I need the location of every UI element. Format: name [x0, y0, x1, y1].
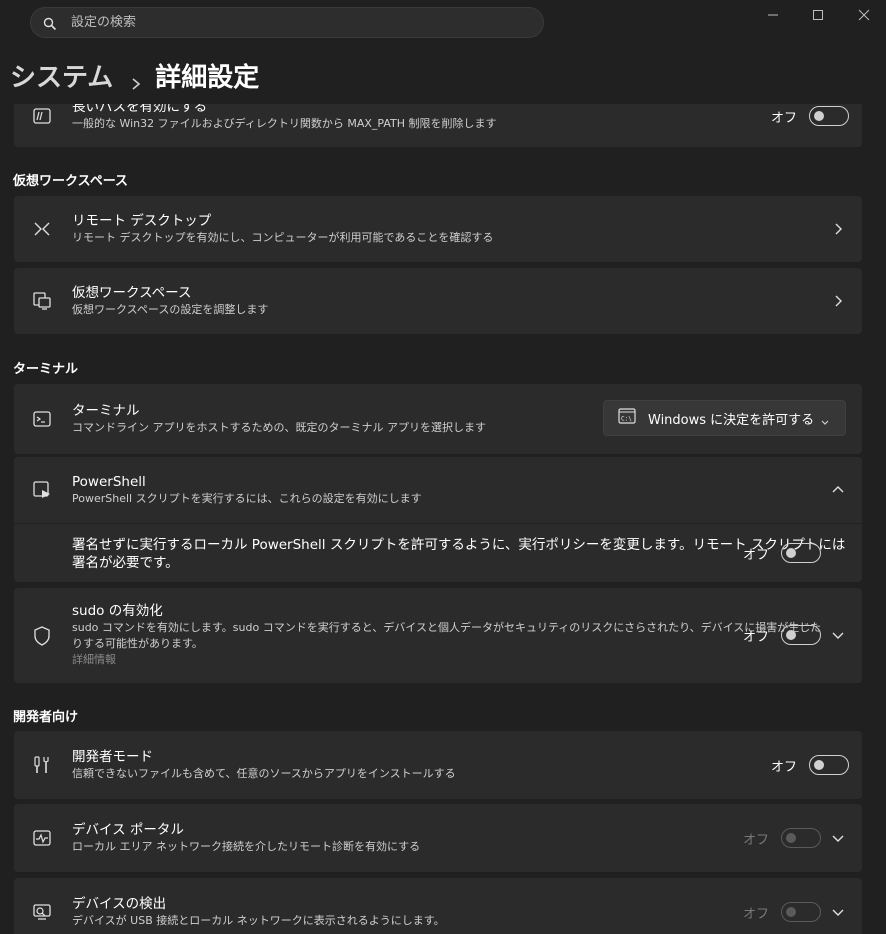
device-portal-toggle-label: オフ — [743, 832, 770, 848]
device-discovery-toggle-label: オフ — [743, 906, 770, 922]
virtual-workspace-description: 仮想ワークスペースの設定を調整します — [72, 303, 269, 316]
powershell-policy-toggle-label: オフ — [743, 547, 770, 563]
powershell-icon — [32, 480, 52, 500]
powershell-policy-line1: 署名せずに実行するローカル PowerShell スクリプトを許可するように、実… — [72, 537, 846, 553]
minimize-button[interactable] — [758, 4, 788, 26]
console-icon: C:\ — [618, 408, 636, 428]
device-portal-card[interactable]: デバイス ポータル ローカル エリア ネットワーク接続を介したリモート診断を有効… — [14, 804, 862, 872]
terminal-title: ターミナル — [72, 403, 140, 419]
long-path-title: 長いパスを有効にする — [72, 104, 208, 115]
chevron-down-icon — [820, 413, 830, 432]
sudo-learn-more-link[interactable]: 詳細情報 — [72, 652, 821, 668]
chevron-down-icon[interactable] — [832, 629, 844, 641]
device-discovery-icon — [32, 902, 52, 922]
virtual-workspace-icon — [32, 291, 52, 311]
sudo-title: sudo の有効化 — [72, 603, 163, 619]
device-portal-title: デバイス ポータル — [72, 822, 184, 838]
device-portal-toggle-group: オフ — [743, 828, 822, 848]
developer-mode-toggle-group: オフ — [771, 755, 850, 775]
terminal-description: コマンドライン アプリをホストするための、既定のターミナル アプリを選択します — [72, 421, 486, 434]
terminal-dropdown-value: Windows に決定を許可する — [648, 412, 815, 428]
search-input[interactable] — [71, 15, 471, 30]
remote-desktop-description: リモート デスクトップを有効にし、コンピューターが利用可能であることを確認する — [72, 231, 494, 244]
sudo-toggle[interactable] — [781, 625, 822, 645]
device-discovery-card[interactable]: デバイスの検出 デバイスが USB 接続とローカル ネットワークに表示されるよう… — [14, 878, 862, 934]
long-path-toggle-group: オフ — [771, 106, 850, 126]
device-portal-icon — [32, 828, 52, 848]
breadcrumb-system[interactable]: システム — [10, 57, 113, 94]
terminal-app-dropdown[interactable]: C:\ Windows に決定を許可する — [603, 400, 846, 436]
search-icon — [43, 16, 57, 30]
chevron-right-icon — [131, 68, 141, 90]
folder-path-icon — [32, 106, 52, 126]
device-discovery-title: デバイスの検出 — [72, 896, 167, 912]
powershell-policy-toggle-group: オフ — [743, 543, 822, 563]
developer-mode-description: 信頼できないファイルも含めて、任意のソースからアプリをインストールする — [72, 767, 456, 780]
sudo-card[interactable]: sudo の有効化 sudo コマンドを有効にします。sudo コマンドを実行す… — [14, 588, 862, 683]
search-box[interactable] — [30, 7, 544, 38]
maximize-button[interactable] — [803, 4, 833, 26]
sudo-toggle-label: オフ — [743, 629, 770, 645]
close-button[interactable] — [849, 4, 879, 26]
long-path-description: 一般的な Win32 ファイルおよびディレクトリ関数から MAX_PATH 制限… — [72, 117, 497, 130]
virtual-workspace-title: 仮想ワークスペース — [72, 285, 192, 301]
shield-icon — [32, 626, 52, 646]
long-path-toggle-label: オフ — [771, 110, 798, 126]
sudo-description-line1: sudo コマンドを有効にします。sudo コマンドを実行すると、デバイスと個人… — [72, 621, 822, 634]
powershell-policy-card: 署名せずに実行するローカル PowerShell スクリプトを許可するように、実… — [14, 524, 862, 582]
terminal-card: ターミナル コマンドライン アプリをホストするための、既定のターミナル アプリを… — [14, 384, 862, 454]
page-title: 詳細設定 — [155, 62, 260, 93]
device-discovery-description: デバイスが USB 接続とローカル ネットワークに表示されるようにします。 — [72, 914, 445, 927]
developer-tools-icon — [32, 755, 52, 775]
chevron-right-icon — [832, 295, 844, 307]
remote-desktop-card[interactable]: リモート デスクトップ リモート デスクトップを有効にし、コンピューターが利用可… — [14, 196, 862, 262]
powershell-card[interactable]: PowerShell PowerShell スクリプトを実行するには、これらの設… — [14, 457, 862, 523]
device-portal-toggle — [781, 828, 822, 848]
device-discovery-toggle-group: オフ — [743, 902, 822, 922]
device-portal-description: ローカル エリア ネットワーク接続を介したリモート診断を有効にする — [72, 840, 421, 853]
long-path-card: 長いパスを有効にする 一般的な Win32 ファイルおよびディレクトリ関数から … — [14, 104, 862, 147]
svg-text:C:\: C:\ — [621, 416, 632, 423]
virtual-workspace-card[interactable]: 仮想ワークスペース 仮想ワークスペースの設定を調整します — [14, 268, 862, 334]
chevron-right-icon — [832, 223, 844, 235]
device-discovery-toggle — [781, 902, 822, 922]
chevron-up-icon[interactable] — [832, 484, 844, 496]
sudo-toggle-group: オフ — [743, 625, 822, 645]
developer-mode-toggle-label: オフ — [771, 759, 798, 775]
powershell-policy-line2: 署名が必要です。 — [72, 555, 179, 571]
section-terminal: ターミナル — [13, 362, 79, 377]
breadcrumb: システム 詳細設定 — [10, 55, 259, 95]
developer-mode-title: 開発者モード — [72, 749, 153, 765]
powershell-policy-toggle[interactable] — [781, 543, 822, 563]
settings-content: 長いパスを有効にする 一般的な Win32 ファイルおよびディレクトリ関数から … — [0, 104, 886, 934]
long-path-toggle[interactable] — [809, 106, 850, 126]
terminal-icon — [32, 409, 52, 429]
remote-desktop-icon — [32, 219, 52, 239]
remote-desktop-title: リモート デスクトップ — [72, 213, 212, 229]
chevron-down-icon[interactable] — [832, 832, 844, 844]
sudo-description-line2: りする可能性があります。 — [72, 637, 203, 650]
section-virtual-workspace: 仮想ワークスペース — [13, 174, 129, 189]
developer-mode-card: 開発者モード 信頼できないファイルも含めて、任意のソースからアプリをインストール… — [14, 731, 862, 799]
developer-mode-toggle[interactable] — [809, 755, 850, 775]
powershell-description: PowerShell スクリプトを実行するには、これらの設定を有効にします — [72, 492, 422, 505]
section-developer: 開発者向け — [13, 710, 79, 725]
powershell-title: PowerShell — [72, 474, 146, 490]
chevron-down-icon[interactable] — [832, 906, 844, 918]
